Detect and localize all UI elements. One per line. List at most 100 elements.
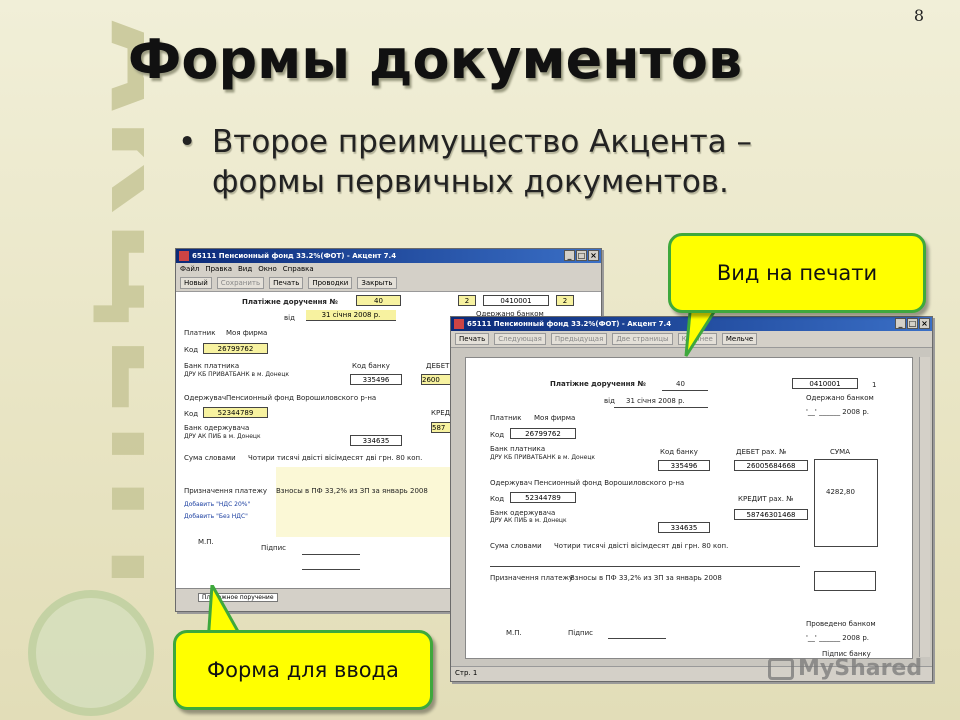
print-posted-date: '__' ______ 2008 р.	[806, 634, 870, 642]
print-sum-box	[814, 459, 878, 547]
print-debit-label: ДЕБЕТ рах. №	[736, 448, 787, 456]
print-date-line	[614, 407, 708, 408]
print-payee-code-label: Код	[490, 495, 505, 503]
print-payee-code: 52344789	[510, 492, 576, 503]
menu-view[interactable]: Вид	[238, 263, 252, 275]
purpose-label: Призначення платежу	[184, 487, 268, 495]
bullet-dot: •	[178, 124, 197, 160]
print-preview-window[interactable]: 65111 Пенсионный фонд 33.2%(ФОТ) - Акцен…	[450, 316, 933, 682]
watermark-icon	[768, 658, 794, 680]
print-stamp-label: М.П.	[506, 629, 522, 637]
input-form-callout-text: Форма для ввода	[207, 658, 399, 682]
input-form-callout: Форма для ввода	[173, 630, 433, 710]
copy-field[interactable]: 2	[556, 295, 574, 306]
slide-title: Формы документов	[127, 28, 743, 91]
sign-line-2	[302, 569, 360, 570]
print-form-code: 0410001	[792, 378, 858, 389]
print-view-callout-text: Вид на печати	[716, 261, 878, 285]
save-button[interactable]: Сохранить	[216, 277, 265, 289]
postings-button[interactable]: Проводки	[308, 277, 353, 289]
print-payer-code: 26799762	[510, 428, 576, 439]
prev-page-button[interactable]: Предыдущая	[550, 333, 608, 345]
print-button[interactable]: Печать	[455, 333, 490, 345]
close-button[interactable]: Закрыть	[357, 277, 397, 289]
words-value[interactable]: Чотири тисячі двісті вісімдесят дві грн.…	[248, 454, 422, 462]
input-toolbar: Новый Сохранить Печать Проводки Закрыть	[176, 275, 601, 292]
app-icon	[179, 251, 189, 261]
bullet-point: • Второе преимущество Акцента – формы пе…	[178, 122, 898, 202]
bank-code-label: Код банку	[352, 362, 390, 370]
date-label: від	[284, 314, 295, 322]
close-icon[interactable]: ×	[588, 250, 599, 261]
payee-bank-value[interactable]: ДРУ АК ПИБ в м. Донецк	[184, 433, 261, 440]
credit-label: КРЕД	[431, 409, 451, 417]
print-received: Одержано банком	[806, 394, 874, 402]
accent-seal-logo	[28, 590, 154, 716]
payer-bank-code-field[interactable]: 335496	[350, 374, 402, 385]
print-payer-code-label: Код	[490, 431, 505, 439]
menu-help[interactable]: Справка	[283, 263, 314, 275]
code-field[interactable]: 2	[458, 295, 476, 306]
menu-file[interactable]: Файл	[180, 263, 199, 275]
maximize-icon[interactable]: □	[576, 250, 587, 261]
input-window-title: 65111 Пенсионный фонд 33.2%(ФОТ) - Акцен…	[192, 252, 397, 260]
menu-window[interactable]: Окно	[258, 263, 277, 275]
payee-value[interactable]: Пенсионный фонд Ворошиловского р-на	[226, 394, 376, 402]
menu-edit[interactable]: Правка	[205, 263, 232, 275]
add-no-vat-link[interactable]: Добавить "Без НДС"	[184, 513, 248, 520]
debit-label: ДЕБЕТ	[426, 362, 450, 370]
print-heading: Платіжне доручення №	[550, 380, 646, 388]
payer-value[interactable]: Моя фирма	[226, 329, 267, 337]
maximize-icon[interactable]: □	[907, 318, 918, 329]
two-pages-button[interactable]: Две страницы	[612, 333, 673, 345]
print-number: 40	[676, 380, 685, 388]
myshared-watermark: MyShared	[768, 656, 922, 681]
print-payee-label: Одержувач	[490, 479, 533, 487]
print-payer-bank-code: 335496	[658, 460, 710, 471]
window-controls: _ □ ×	[895, 318, 930, 329]
payee-label: Одержувач	[184, 394, 227, 402]
bullet-line-2: формы первичных документов.	[212, 164, 729, 200]
print-button[interactable]: Печать	[269, 277, 304, 289]
close-icon[interactable]: ×	[919, 318, 930, 329]
payer-code-field[interactable]: 26799762	[203, 343, 268, 354]
print-payer: Моя фирма	[534, 414, 576, 422]
print-purpose: Взносы в ПФ 33,2% из ЗП за январь 2008	[570, 574, 722, 582]
print-payee-bank-code: 334635	[658, 522, 710, 533]
form-code-field: 0410001	[483, 295, 549, 306]
date-field[interactable]: 31 січня 2008 р.	[306, 310, 396, 321]
purpose-value[interactable]: Взносы в ПФ 33,2% из ЗП за январь 2008	[276, 487, 428, 495]
new-button[interactable]: Новый	[180, 277, 212, 289]
doc-number-field[interactable]: 40	[356, 295, 401, 306]
print-scrollbar[interactable]	[919, 357, 930, 657]
print-words: Чотири тисячі двісті вісімдесят дві грн.…	[554, 542, 729, 550]
print-divider	[490, 566, 800, 567]
payer-code-label: Код	[184, 346, 199, 354]
window-controls: _ □ ×	[564, 250, 599, 261]
print-date-label: від	[604, 397, 615, 405]
next-page-button[interactable]: Следующая	[494, 333, 546, 345]
print-window-title: 65111 Пенсионный фонд 33.2%(ФОТ) - Акцен…	[467, 320, 672, 328]
minimize-icon[interactable]: _	[564, 250, 575, 261]
add-vat-link[interactable]: Добавить "НДС 20%"	[184, 501, 250, 508]
print-payee-bank: ДРУ АК ПИБ в м. Донецк	[490, 517, 567, 524]
payee-bank-code-field[interactable]: 334635	[350, 435, 402, 446]
print-payer-bank: ДРУ КБ ПРИВАТБАНК в м. Донецк	[490, 454, 596, 461]
svg-text:АКЦЕНТ: АКЦЕНТ	[84, 20, 144, 580]
print-sum-label: СУМА	[830, 448, 850, 456]
menu-bar: Файл Правка Вид Окно Справка	[176, 263, 601, 275]
payer-bank-value[interactable]: ДРУ КБ ПРИВАТБАНК в м. Донецк	[184, 371, 289, 378]
minimize-icon[interactable]: _	[895, 318, 906, 329]
page-number: 8	[913, 6, 924, 25]
words-label: Сума словами	[184, 454, 236, 462]
payee-bank-label: Банк одержувача	[184, 424, 250, 432]
payee-code-field[interactable]: 52344789	[203, 407, 268, 418]
print-date: 31 січня 2008 р.	[626, 397, 685, 405]
watermark-text: MyShared	[798, 656, 923, 681]
print-bank-code-label: Код банку	[660, 448, 698, 456]
print-payee: Пенсионный фонд Ворошиловского р-на	[534, 479, 685, 487]
input-window-titlebar[interactable]: 65111 Пенсионный фонд 33.2%(ФОТ) - Акцен…	[176, 249, 601, 263]
print-words-label: Сума словами	[490, 542, 542, 550]
print-purpose-label: Призначення платежу	[490, 574, 574, 582]
bullet-line-1: Второе преимущество Акцента –	[212, 124, 753, 160]
